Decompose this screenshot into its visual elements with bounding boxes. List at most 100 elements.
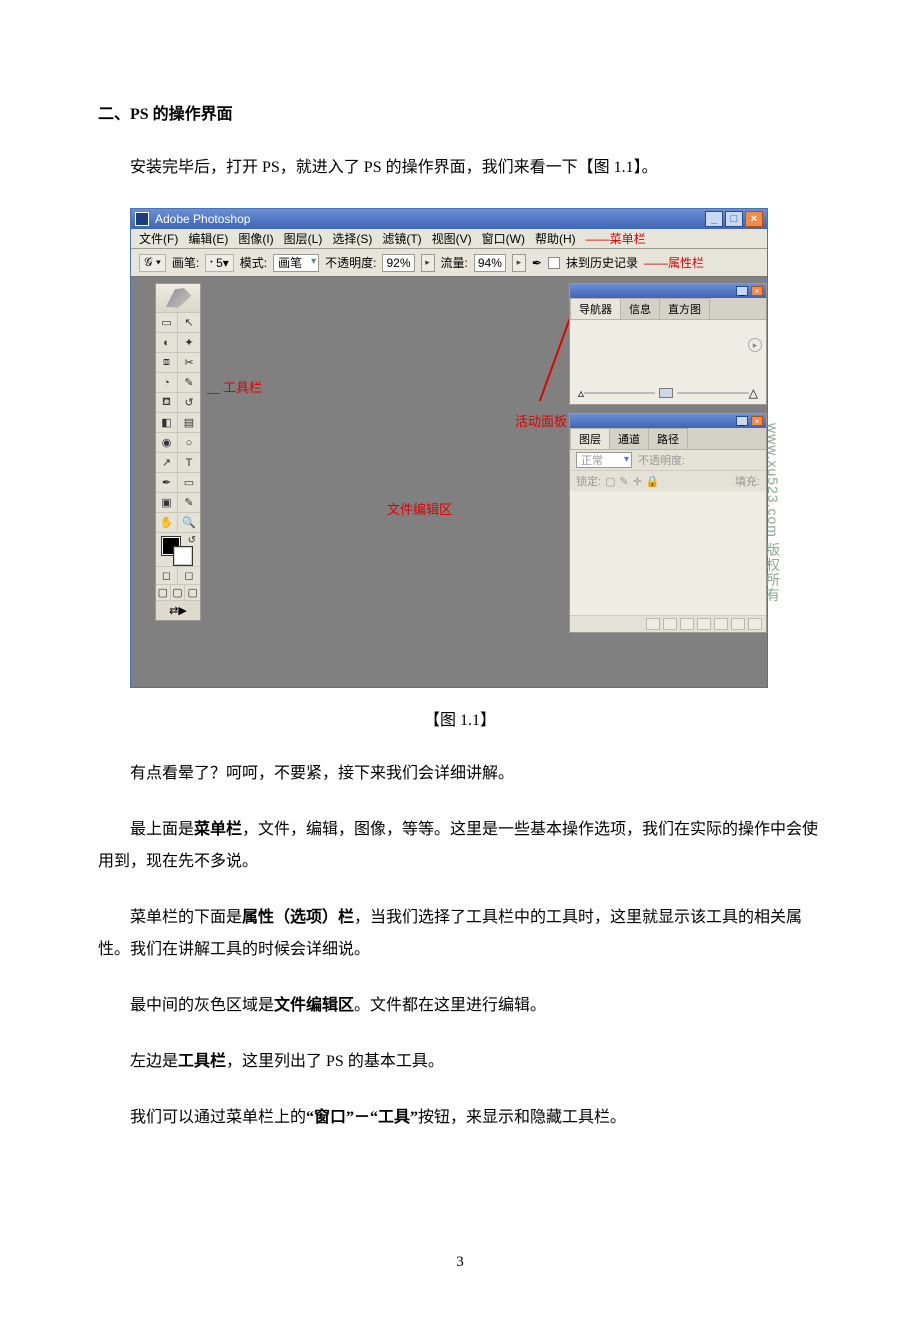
tool-stamp[interactable]: ⛾ — [156, 392, 178, 412]
panel-minimize-button-2[interactable]: _ — [736, 416, 748, 426]
menu-filter[interactable]: 滤镜(T) — [382, 230, 421, 247]
panel-close-button[interactable]: × — [751, 286, 763, 296]
screen-full-icon[interactable]: ▢ — [185, 584, 200, 600]
navigator-panel: _ × 导航器 信息 直方图 ▸ ▵ — [569, 283, 767, 405]
new-layer-icon[interactable] — [731, 618, 745, 630]
lock-trans-icon[interactable]: ▢ — [605, 475, 615, 488]
layer-opacity-label: 不透明度: — [638, 452, 685, 468]
tab-info[interactable]: 信息 — [620, 298, 660, 319]
flow-label: 流量: — [441, 254, 468, 271]
tool-notes[interactable]: ▣ — [156, 492, 178, 512]
figure-caption: 【图 1.1】 — [98, 706, 822, 730]
tool-zoom[interactable]: 🔍 — [178, 512, 200, 532]
maximize-button[interactable]: □ — [725, 211, 743, 227]
tool-slice[interactable]: ✂ — [178, 352, 200, 372]
blend-mode-select[interactable]: 正常 — [576, 452, 632, 468]
menu-layer[interactable]: 图层(L) — [284, 230, 323, 247]
tool-wand[interactable]: ✦ — [178, 332, 200, 352]
fx-icon[interactable] — [663, 618, 677, 630]
paragraph-a: 有点看晕了？呵呵，不要紧，接下来我们会详细讲解。 — [98, 758, 822, 790]
tool-gradient[interactable]: ▤ — [178, 412, 200, 432]
options-bar: 𝒢 ▾ 画笔: • 5 ▾ 模式: 画笔 不透明度: 92% ▸ 流量: 94%… — [131, 249, 767, 277]
quickmask-mode-icon[interactable]: ◻ — [178, 566, 200, 584]
tool-path[interactable]: ↗ — [156, 452, 178, 472]
mask-icon[interactable] — [680, 618, 694, 630]
menu-window[interactable]: 窗口(W) — [482, 230, 525, 247]
menu-file[interactable]: 文件(F) — [139, 230, 178, 247]
tool-lasso[interactable]: ◐ — [156, 332, 178, 352]
tool-brush[interactable]: ✎ — [178, 372, 200, 392]
ps-logo-icon — [135, 212, 149, 226]
tool-shape[interactable]: ▭ — [178, 472, 200, 492]
panel-dock: _ × 导航器 信息 直方图 ▸ ▵ — [569, 283, 767, 633]
history-checkbox[interactable] — [548, 257, 560, 269]
tool-crop[interactable]: ⧈ — [156, 352, 178, 372]
trash-icon[interactable] — [748, 618, 762, 630]
lock-pos-icon[interactable]: ✛ — [633, 475, 642, 488]
zoom-slider[interactable]: ▵ △ — [578, 388, 758, 398]
close-button[interactable]: × — [745, 211, 763, 227]
tool-heal[interactable]: ◔ — [156, 372, 178, 392]
tool-eraser[interactable]: ◧ — [156, 412, 178, 432]
mode-select[interactable]: 画笔 — [273, 254, 319, 272]
swap-colors-icon[interactable]: ↺ — [188, 535, 196, 546]
background-color[interactable] — [174, 547, 192, 565]
page-number: 3 — [98, 1254, 822, 1271]
lock-all-icon[interactable]: 🔒 — [646, 475, 660, 488]
tool-marquee[interactable]: ▭ — [156, 312, 178, 332]
screen-full-menu-icon[interactable]: ▢ — [171, 584, 186, 600]
adjust-icon[interactable] — [697, 618, 711, 630]
paragraph-e: 左边是工具栏，这里列出了 PS 的基本工具。 — [98, 1046, 822, 1078]
tool-history[interactable]: ↺ — [178, 392, 200, 412]
tool-preset-icon[interactable]: 𝒢 ▾ — [139, 254, 166, 272]
brush-label: 画笔: — [172, 254, 199, 271]
paragraph-f: 我们可以通过菜单栏上的“窗口”－“工具”按钮，来显示和隐藏工具栏。 — [98, 1102, 822, 1134]
screen-standard-icon[interactable]: ▢ — [156, 584, 171, 600]
window-title: Adobe Photoshop — [155, 212, 705, 226]
panel-close-button-2[interactable]: × — [751, 416, 763, 426]
minimize-button[interactable]: _ — [705, 211, 723, 227]
tool-move[interactable]: ↖ — [178, 312, 200, 332]
tool-eyedrop[interactable]: ✎ — [178, 492, 200, 512]
folder-icon[interactable] — [714, 618, 728, 630]
tab-layers[interactable]: 图层 — [570, 428, 610, 449]
tab-channels[interactable]: 通道 — [609, 428, 649, 449]
menu-edit[interactable]: 编辑(E) — [188, 230, 228, 247]
standard-mode-icon[interactable]: ◻ — [156, 566, 178, 584]
jump-to-imageready[interactable]: ⇄▶ — [156, 600, 200, 620]
section-title: 二、PS 的操作界面 — [98, 100, 822, 124]
link-icon[interactable] — [646, 618, 660, 630]
flow-arrow[interactable]: ▸ — [512, 254, 526, 272]
toolbox: ▭ ↖ ◐ ✦ ⧈ ✂ ◔ ✎ ⛾ ↺ ◧ ▤ ◉ ○ ↗ — [155, 283, 201, 621]
zoom-in-icon[interactable]: △ — [749, 386, 758, 400]
window-titlebar: Adobe Photoshop _ □ × — [131, 209, 767, 229]
tool-text[interactable]: T — [178, 452, 200, 472]
tab-navigator[interactable]: 导航器 — [570, 298, 621, 319]
menu-image[interactable]: 图像(I) — [238, 230, 273, 247]
panel-minimize-button[interactable]: _ — [736, 286, 748, 296]
brush-size[interactable]: • 5 ▾ — [205, 254, 234, 272]
paragraph-d: 最中间的灰色区域是文件编辑区。文件都在这里进行编辑。 — [98, 990, 822, 1022]
airbrush-icon[interactable]: ✒ — [532, 256, 542, 270]
lock-pixels-icon[interactable]: ✎ — [619, 475, 628, 488]
tool-hand[interactable]: ✋ — [156, 512, 178, 532]
annotation-toolbar-label: 工具栏 — [223, 377, 262, 396]
lock-label: 锁定: — [576, 473, 601, 489]
opacity-value[interactable]: 92% — [382, 254, 414, 272]
tool-pen[interactable]: ✒ — [156, 472, 178, 492]
layers-panel: _ × 图层 通道 路径 正常 不透明度: 锁定 — [569, 413, 767, 633]
opacity-arrow[interactable]: ▸ — [421, 254, 435, 272]
color-swatches[interactable]: ↺ — [156, 532, 200, 566]
mode-label: 模式: — [240, 254, 267, 271]
watermark-text: www.xu523.com 版权所有 — [763, 423, 783, 603]
menu-select[interactable]: 选择(S) — [332, 230, 372, 247]
tab-histogram[interactable]: 直方图 — [659, 298, 710, 319]
menu-view[interactable]: 视图(V) — [432, 230, 472, 247]
tool-blur[interactable]: ◉ — [156, 432, 178, 452]
menu-help[interactable]: 帮助(H) — [535, 230, 576, 247]
paragraph-c: 菜单栏的下面是属性（选项）栏，当我们选择了工具栏中的工具时，这里就显示该工具的相… — [98, 902, 822, 966]
tool-dodge[interactable]: ○ — [178, 432, 200, 452]
panel-menu-button[interactable]: ▸ — [748, 338, 762, 352]
flow-value[interactable]: 94% — [474, 254, 506, 272]
tab-paths[interactable]: 路径 — [648, 428, 688, 449]
